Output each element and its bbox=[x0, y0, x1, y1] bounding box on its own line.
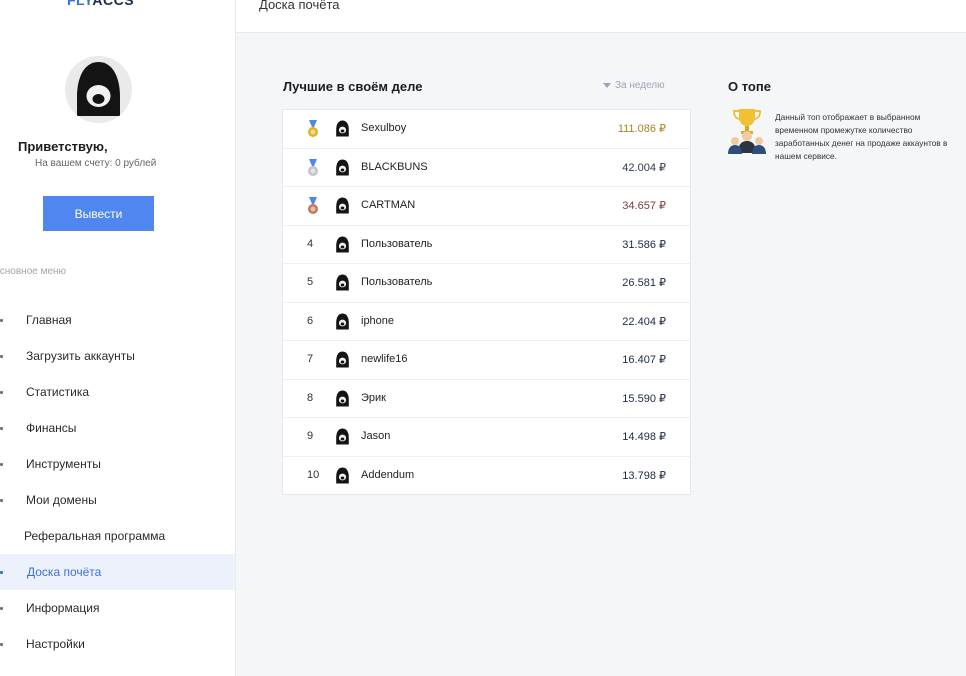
sidebar-item-label: Главная bbox=[26, 313, 72, 327]
medal-silver-icon bbox=[307, 158, 319, 177]
logo-part-fly: FLY bbox=[67, 0, 93, 8]
about-description: Данный топ отображает в выбранном времен… bbox=[775, 112, 948, 161]
rank-number: 8 bbox=[307, 391, 314, 404]
rank-number: 4 bbox=[307, 237, 314, 250]
user-avatar-icon bbox=[334, 236, 351, 253]
user-avatar-icon bbox=[334, 159, 351, 176]
user-avatar-icon bbox=[334, 351, 351, 368]
info-icon bbox=[0, 607, 3, 610]
user-name: CARTMAN bbox=[361, 199, 416, 211]
user-name: Addendum bbox=[361, 468, 415, 481]
rank-number: 7 bbox=[307, 353, 314, 365]
logo[interactable]: FLYACCS bbox=[67, 0, 134, 8]
sidebar-item-referral[interactable]: Реферальная программа bbox=[0, 518, 235, 554]
table-row[interactable]: 5 Пользователь 26.581 ₽ bbox=[283, 264, 690, 303]
table-row[interactable]: 7 newlife16 16.407 ₽ bbox=[283, 341, 690, 380]
user-avatar-icon bbox=[334, 120, 351, 137]
earnings-amount: 14.498 ₽ bbox=[622, 431, 666, 443]
sidebar-item-label: Настройки bbox=[26, 637, 85, 651]
caret-down-icon bbox=[603, 83, 611, 88]
user-name: Пользователь bbox=[361, 276, 433, 288]
finance-icon bbox=[0, 427, 3, 430]
top-bar: Доска почёта bbox=[236, 0, 966, 33]
rank-number: 6 bbox=[307, 314, 314, 327]
leaderboard-table: Sexulboy 111.086 ₽ BLACKBUNS 42.004 ₽ CARTMA… bbox=[282, 109, 691, 495]
sidebar-item-label: Инструменты bbox=[26, 457, 101, 471]
table-row[interactable]: CARTMAN 34.657 ₽ bbox=[283, 187, 690, 226]
main-menu: Главная Загрузить аккаунты Статистика Фи… bbox=[0, 302, 235, 662]
earnings-amount: 42.004 ₽ bbox=[622, 161, 666, 174]
rank-number: 10 bbox=[307, 468, 320, 481]
tools-icon bbox=[0, 463, 3, 466]
medal-bronze-icon bbox=[307, 197, 319, 215]
earnings-amount: 13.798 ₽ bbox=[622, 469, 666, 482]
user-name: iphone bbox=[361, 314, 395, 327]
table-row[interactable]: Sexulboy 111.086 ₽ bbox=[283, 110, 690, 149]
sidebar-item-label: Финансы bbox=[26, 421, 77, 435]
sidebar: FLYACCS Приветствую, На вашем счету: 0 р… bbox=[0, 0, 236, 676]
trophy-users-icon bbox=[727, 107, 767, 155]
stats-icon bbox=[0, 391, 3, 394]
table-row[interactable]: 6 iphone 22.404 ₽ bbox=[283, 303, 690, 341]
user-avatar-icon bbox=[334, 197, 351, 214]
menu-title: Основное меню bbox=[0, 266, 67, 277]
logo-part-accs: ACCS bbox=[92, 0, 135, 8]
sidebar-item-label: Загрузить аккаунты bbox=[26, 349, 135, 363]
table-row[interactable]: 4 Пользователь 31.586 ₽ bbox=[283, 226, 690, 264]
sidebar-item-label: Доска почёта bbox=[27, 565, 102, 579]
user-avatar-icon bbox=[334, 274, 351, 291]
domains-icon bbox=[0, 499, 3, 502]
sidebar-item-stats[interactable]: Статистика bbox=[0, 374, 235, 410]
user-name: Jason bbox=[361, 430, 391, 442]
sidebar-item-label: Реферальная программа bbox=[24, 529, 166, 543]
leaderboard-title: Лучшие в своём деле bbox=[283, 79, 423, 94]
user-avatar-icon bbox=[334, 467, 351, 484]
table-row[interactable]: 8 Эрик 15.590 ₽ bbox=[283, 380, 690, 418]
withdraw-button[interactable]: Вывести bbox=[43, 196, 154, 231]
sidebar-item-honor-board[interactable]: Доска почёта bbox=[0, 554, 235, 590]
table-row[interactable]: 9 Jason 14.498 ₽ bbox=[283, 418, 690, 457]
period-label: За неделю bbox=[615, 80, 665, 91]
user-name: Sexulboy bbox=[361, 122, 407, 134]
user-name: Эрик bbox=[361, 391, 386, 404]
earnings-amount: 111.086 ₽ bbox=[617, 123, 666, 135]
sidebar-item-upload[interactable]: Загрузить аккаунты bbox=[0, 338, 235, 374]
sidebar-item-domains[interactable]: Мои домены bbox=[0, 482, 235, 518]
table-row[interactable]: 10 Addendum 13.798 ₽ bbox=[283, 457, 690, 496]
balance-text: На вашем счету: 0 рублей bbox=[35, 158, 157, 169]
table-row[interactable]: BLACKBUNS 42.004 ₽ bbox=[283, 149, 690, 187]
about-title: О топе bbox=[728, 79, 771, 94]
greeting: Приветствую, bbox=[18, 139, 108, 154]
earnings-amount: 22.404 ₽ bbox=[622, 315, 666, 328]
home-icon bbox=[0, 319, 3, 322]
sidebar-item-info[interactable]: Информация bbox=[0, 590, 235, 626]
earnings-amount: 26.581 ₽ bbox=[622, 277, 666, 289]
honor-board-icon bbox=[0, 571, 3, 574]
period-dropdown[interactable]: За неделю bbox=[603, 80, 665, 91]
user-avatar-icon bbox=[334, 428, 351, 445]
sidebar-item-home[interactable]: Главная bbox=[0, 302, 235, 338]
sidebar-item-label: Мои домены bbox=[26, 493, 97, 507]
sidebar-item-settings[interactable]: Настройки bbox=[0, 626, 235, 662]
earnings-amount: 34.657 ₽ bbox=[622, 200, 666, 212]
user-name: Пользователь bbox=[361, 237, 433, 250]
avatar[interactable] bbox=[65, 56, 132, 123]
user-name: newlife16 bbox=[361, 353, 408, 365]
upload-icon bbox=[0, 355, 3, 358]
earnings-amount: 15.590 ₽ bbox=[622, 392, 666, 405]
medal-gold-icon bbox=[307, 120, 319, 138]
sidebar-item-label: Статистика bbox=[26, 385, 90, 399]
sidebar-item-label: Информация bbox=[26, 601, 100, 615]
rank-number: 9 bbox=[307, 430, 314, 442]
earnings-amount: 16.407 ₽ bbox=[622, 354, 666, 366]
page-title: Доска почёта bbox=[259, 0, 340, 12]
earnings-amount: 31.586 ₽ bbox=[622, 238, 666, 251]
rank-number: 5 bbox=[307, 276, 314, 288]
user-avatar-icon bbox=[334, 313, 351, 330]
user-avatar-icon bbox=[334, 390, 351, 407]
user-name: BLACKBUNS bbox=[361, 160, 428, 173]
sidebar-item-tools[interactable]: Инструменты bbox=[0, 446, 235, 482]
sidebar-item-finance[interactable]: Финансы bbox=[0, 410, 235, 446]
settings-icon bbox=[0, 643, 3, 646]
